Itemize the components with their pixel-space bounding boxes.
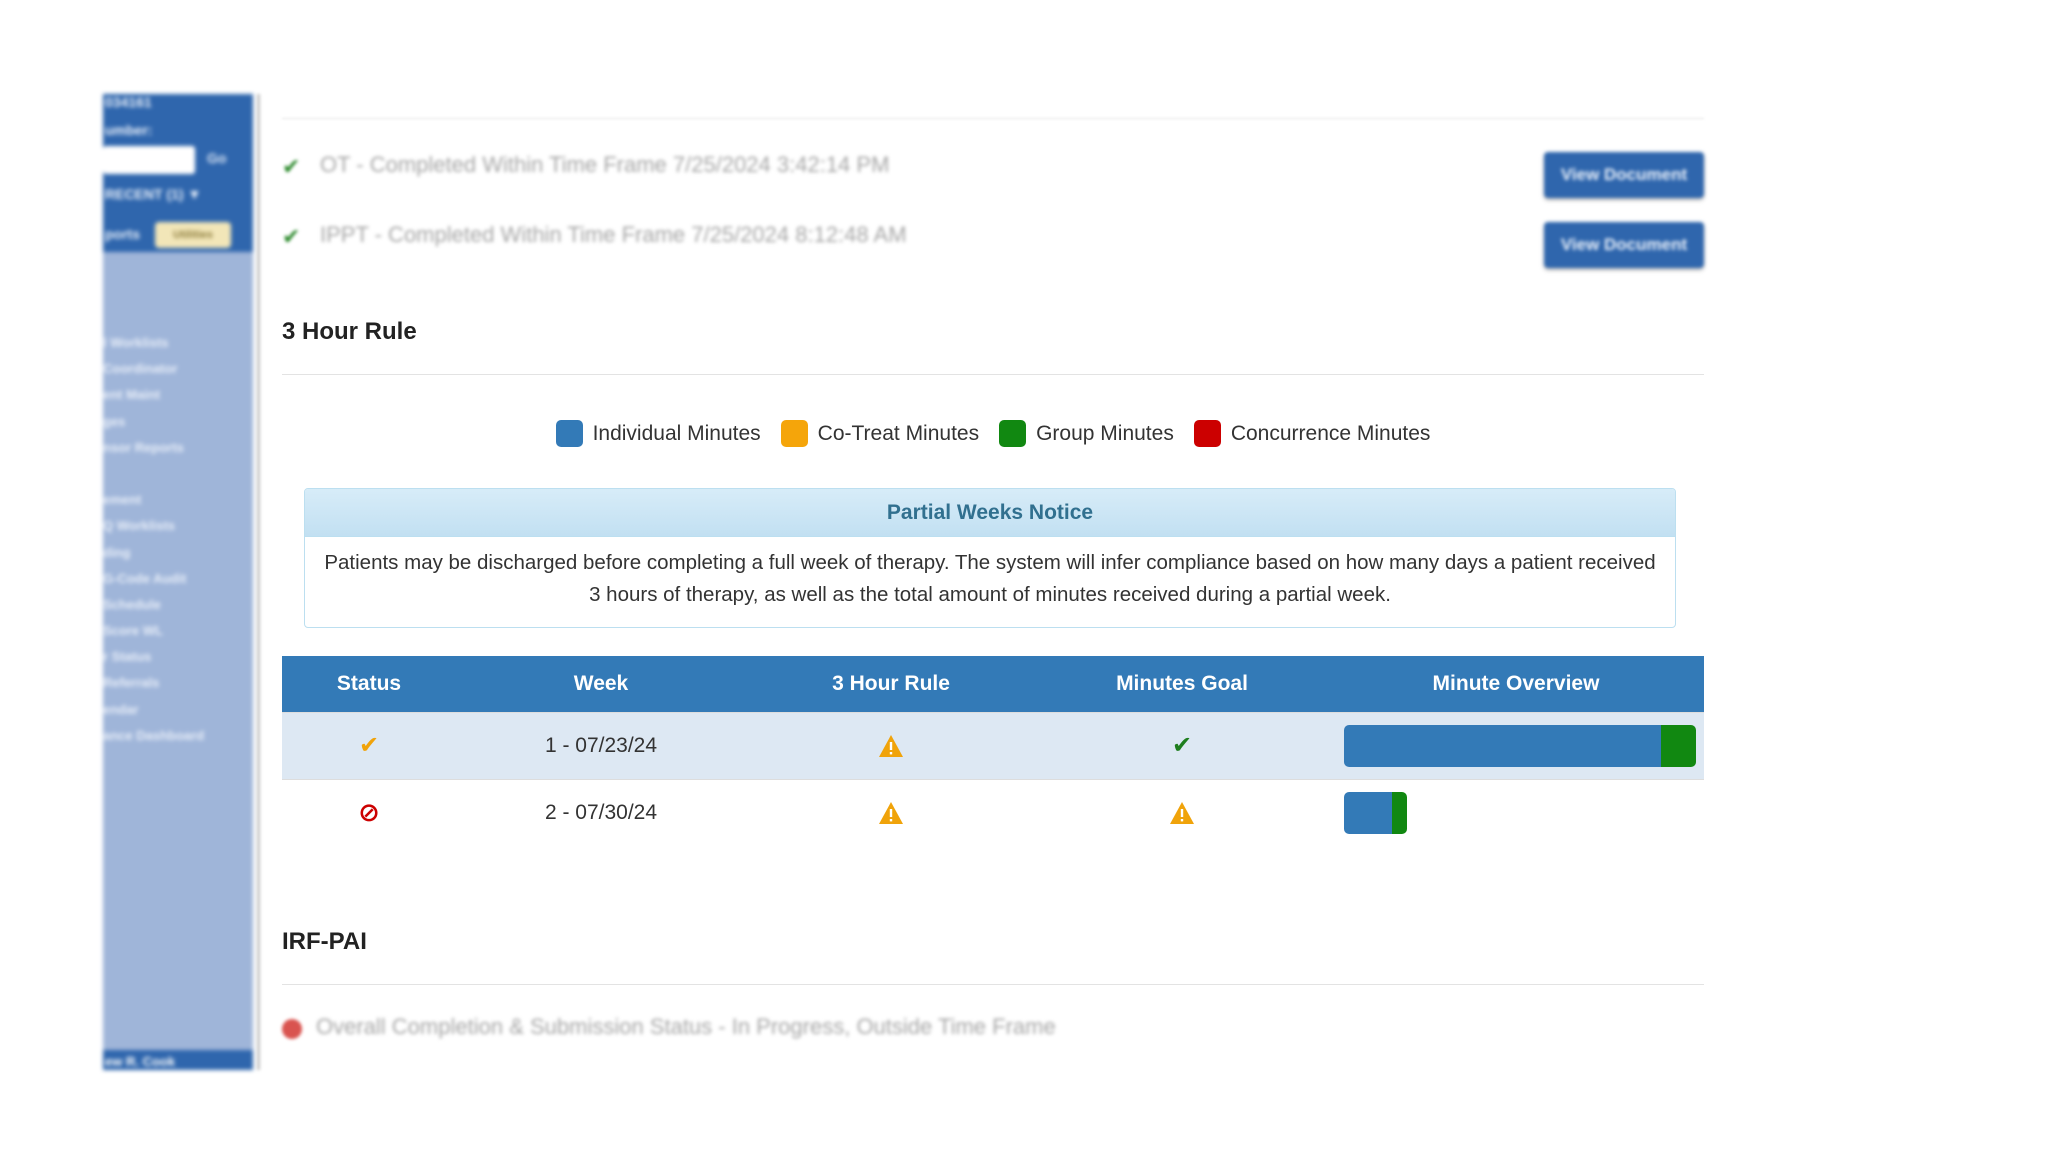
view-document-button[interactable]: View Document — [1544, 152, 1704, 198]
legend-item-individual: Individual Minutes — [555, 420, 761, 447]
legend-swatch — [1193, 420, 1221, 447]
sidebar-menu-item[interactable]: Q Worklists — [103, 513, 253, 539]
irf-pai-status-row: Overall Completion & Submission Status -… — [282, 1010, 1704, 1050]
view-document-button[interactable]: View Document — [1544, 222, 1704, 268]
error-icon — [282, 1019, 302, 1039]
table-header-row: Status Week 3 Hour Rule Minutes Goal Min… — [282, 656, 1704, 712]
legend-item-concurrence: Concurrence Minutes — [1193, 420, 1431, 447]
legend-swatch — [999, 420, 1027, 447]
overview-cell — [1328, 711, 1704, 779]
column-header-status[interactable]: Status — [282, 656, 456, 712]
check-icon: ✔ — [358, 732, 380, 759]
week-cell: 1 - 07/23/24 — [456, 711, 746, 779]
minutes-legend: Individual Minutes Co-Treat Minutes Grou… — [282, 420, 1704, 447]
partial-weeks-notice: Partial Weeks Notice Patients may be dis… — [304, 488, 1676, 628]
sidebar-menu-item[interactable]: endar — [103, 697, 253, 723]
minute-overview-bar[interactable] — [1344, 791, 1408, 834]
go-button[interactable]: Go — [207, 150, 226, 166]
sidebar-menu-item[interactable]: nsor Reports — [103, 435, 253, 461]
goal-cell: ✔ — [1036, 711, 1328, 779]
irf-pai-status-text: Overall Completion & Submission Status -… — [316, 1014, 1056, 1039]
week-cell: 2 - 07/30/24 — [456, 778, 746, 846]
legend-swatch — [555, 420, 583, 447]
legend-swatch — [780, 420, 808, 447]
sidebar-menu-item[interactable]: Referrals — [103, 670, 253, 696]
sidebar-menu-item[interactable]: ges — [103, 409, 253, 435]
overview-cell — [1328, 778, 1704, 846]
sidebar-menu-item[interactable]: Coordinator — [103, 356, 253, 382]
minute-overview-bar[interactable] — [1344, 724, 1696, 767]
sidebar-divider — [257, 94, 260, 1070]
notice-line: Patients may be discharged before comple… — [324, 551, 1656, 574]
reports-label[interactable]: ports — [105, 226, 140, 242]
column-header-minute-overview[interactable]: Minute Overview — [1328, 656, 1704, 712]
notice-title: Partial Weeks Notice — [305, 489, 1675, 537]
bar-segment-individual — [1344, 724, 1661, 767]
document-status-text: IPPT - Completed Within Time Frame 7/25/… — [320, 222, 907, 247]
legend-item-cotreat: Co-Treat Minutes — [780, 420, 980, 447]
table-row[interactable]: ⊘ 2 - 07/30/24 — [282, 778, 1704, 846]
legend-item-group: Group Minutes — [999, 420, 1174, 447]
notice-body: Patients may be discharged before comple… — [305, 537, 1675, 621]
utilities-button[interactable]: Utilities — [155, 222, 231, 248]
goal-cell — [1036, 778, 1328, 846]
check-icon: ✔ — [1171, 732, 1193, 759]
document-row: ✔ OT - Completed Within Time Frame 7/25/… — [282, 142, 1704, 198]
recent-dropdown[interactable]: RECENT (1) ▼ — [105, 186, 201, 202]
column-header-minutes-goal[interactable]: Minutes Goal — [1036, 656, 1328, 712]
sidebar-header-panel: 034161 umber: Go RECENT (1) ▼ ports Util… — [103, 94, 253, 252]
document-status-text: OT - Completed Within Time Frame 7/25/20… — [320, 152, 890, 177]
divider — [282, 374, 1704, 375]
sidebar-menu-item[interactable]: r Status — [103, 644, 253, 670]
divider — [282, 118, 1704, 119]
bar-segment-individual — [1344, 791, 1392, 834]
number-input[interactable] — [103, 146, 195, 174]
number-label: umber: — [105, 122, 153, 138]
left-sidebar: 034161 umber: Go RECENT (1) ▼ ports Util… — [103, 94, 253, 1070]
divider — [282, 984, 1704, 985]
sidebar-menu-item[interactable]: ent Maint — [103, 382, 253, 408]
sidebar-menu-item[interactable]: ding — [103, 540, 253, 566]
legend-label: Concurrence Minutes — [1230, 421, 1431, 445]
table-row[interactable]: ✔ 1 - 07/23/24 ✔ — [282, 711, 1704, 779]
sidebar-menu: l Worklists Coordinator ent Maint ges nsor R… — [103, 330, 253, 749]
warning-icon — [1170, 801, 1194, 824]
rule-cell — [746, 778, 1036, 846]
status-cell: ✔ — [282, 711, 456, 779]
check-icon: ✔ — [282, 224, 301, 249]
sidebar-menu-item[interactable]: Schedule — [103, 592, 253, 618]
patient-id-fragment: 034161 — [105, 94, 152, 110]
prohibited-icon: ⊘ — [358, 797, 380, 828]
status-cell: ⊘ — [282, 778, 456, 846]
bar-segment-group — [1660, 724, 1696, 767]
warning-icon — [879, 801, 903, 824]
sidebar-menu-item — [103, 461, 253, 487]
sidebar-menu-item[interactable]: G-Code Audit — [103, 566, 253, 592]
irf-pai-title: IRF-PAI — [282, 928, 367, 955]
legend-label: Co-Treat Minutes — [817, 421, 980, 445]
sidebar-menu-item[interactable]: Score WL — [103, 618, 253, 644]
warning-icon — [879, 734, 903, 757]
three-hour-rule-table: Status Week 3 Hour Rule Minutes Goal Min… — [282, 656, 1704, 846]
column-header-week[interactable]: Week — [456, 656, 746, 712]
document-row: ✔ IPPT - Completed Within Time Frame 7/2… — [282, 212, 1704, 268]
bar-segment-group — [1391, 791, 1408, 834]
legend-label: Individual Minutes — [592, 421, 761, 445]
column-header-3-hour-rule[interactable]: 3 Hour Rule — [746, 656, 1036, 712]
notice-line: 3 hours of therapy, as well as the total… — [589, 583, 1391, 606]
sidebar-user[interactable]: ew R. Cook — [103, 1050, 253, 1070]
sidebar-menu-item[interactable]: l Worklists — [103, 330, 253, 356]
check-icon: ✔ — [282, 154, 301, 179]
legend-label: Group Minutes — [1036, 421, 1174, 445]
sidebar-menu-item[interactable]: ance Dashboard — [103, 723, 253, 749]
three-hour-rule-title: 3 Hour Rule — [282, 318, 417, 345]
sidebar-menu-item[interactable]: ement — [103, 487, 253, 513]
rule-cell — [746, 711, 1036, 779]
